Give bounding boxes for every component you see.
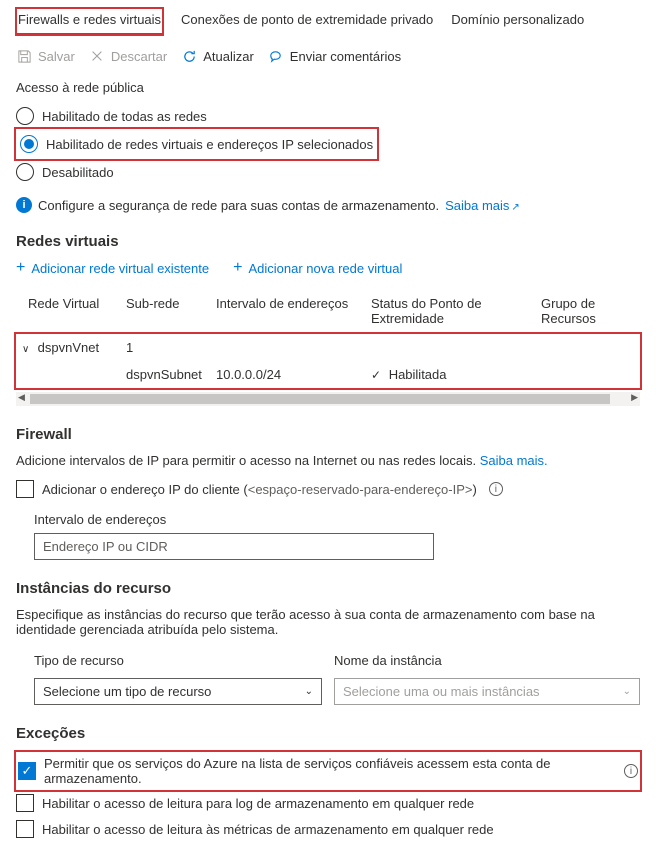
tab-custom-domain[interactable]: Domínio personalizado <box>451 8 584 35</box>
exceptions-header: Exceções <box>16 725 640 742</box>
radio-circle-icon <box>16 163 34 181</box>
public-access-label: Acesso à rede pública <box>16 80 640 95</box>
plus-icon: + <box>233 260 242 276</box>
chevron-down-icon: ∨ <box>22 344 32 355</box>
trusted-services-label: Permitir que os serviços do Azure na lis… <box>44 756 612 786</box>
radio-selected-label: Habilitado de redes virtuais e endereços… <box>46 137 373 152</box>
discard-button[interactable]: Descartar <box>89 48 167 64</box>
check-icon: ✓ <box>371 368 381 382</box>
add-client-ip-label: Adicionar o endereço IP do cliente (<esp… <box>42 482 477 497</box>
subnet-row[interactable]: dspvnSubnet 10.0.0.0/24 ✓ Habilitada <box>16 361 640 388</box>
resource-type-dropdown[interactable]: Selecione um tipo de recurso ⌄ <box>34 678 322 705</box>
radio-selected-networks[interactable]: Habilitado de redes virtuais e endereços… <box>20 131 373 157</box>
firewall-desc: Adicione intervalos de IP para permitir … <box>16 453 640 468</box>
public-access-radio-group: Habilitado de todas as redes Habilitado … <box>16 103 640 185</box>
radio-circle-icon <box>16 107 34 125</box>
radio-circle-selected-icon <box>20 135 38 153</box>
add-existing-vnet-link[interactable]: + Adicionar rede virtual existente <box>16 260 209 276</box>
col-range: Intervalo de endereços <box>216 296 371 326</box>
refresh-button[interactable]: Atualizar <box>181 48 254 64</box>
add-client-ip-checkbox-row[interactable]: Adicionar o endereço IP do cliente (<esp… <box>16 476 640 502</box>
checkbox-icon <box>16 794 34 812</box>
read-metrics-label: Habilitar o acesso de leitura às métrica… <box>42 822 494 837</box>
vnet-parent-row[interactable]: ∨ dspvnVnet 1 <box>16 334 640 361</box>
discard-label: Descartar <box>111 49 167 64</box>
checkbox-icon <box>16 820 34 838</box>
col-vnet: Rede Virtual <box>16 296 126 326</box>
vnets-header: Redes virtuais <box>16 233 640 250</box>
vnet-table-header: Rede Virtual Sub-rede Intervalo de ender… <box>16 290 640 332</box>
horizontal-scrollbar[interactable] <box>16 392 640 406</box>
radio-all-networks[interactable]: Habilitado de todas as redes <box>16 103 640 129</box>
add-existing-label: Adicionar rede virtual existente <box>31 261 209 276</box>
feedback-icon <box>268 48 284 64</box>
firewall-desc-text: Adicione intervalos de IP para permitir … <box>16 453 476 468</box>
subnet-status: Habilitada <box>389 367 447 382</box>
feedback-button[interactable]: Enviar comentários <box>268 48 401 64</box>
radio-disabled-label: Desabilitado <box>42 165 114 180</box>
info-icon: i <box>16 197 32 213</box>
save-icon <box>16 48 32 64</box>
client-ip-placeholder: <espaço-reservado-para-endereço-IP> <box>248 482 473 497</box>
external-link-icon: ↗ <box>511 202 519 213</box>
subnet-range: 10.0.0.0/24 <box>216 367 371 382</box>
client-ip-prefix: Adicionar o endereço IP do cliente ( <box>42 482 248 497</box>
info-outline-icon[interactable]: i <box>624 764 638 778</box>
plus-icon: + <box>16 260 25 276</box>
checkbox-checked-icon <box>18 762 36 780</box>
resource-dropdown-row: Tipo de recurso Nome da instância <box>16 645 640 674</box>
tabs-bar: Firewalls e redes virtuais Conexões de p… <box>16 8 640 36</box>
col-rg: Grupo de Recursos <box>541 296 640 326</box>
chevron-down-icon: ⌄ <box>305 686 313 697</box>
read-metrics-checkbox-row[interactable]: Habilitar o acesso de leitura às métrica… <box>16 816 640 842</box>
info-text: Configure a segurança de rede para suas … <box>38 198 439 213</box>
learn-more-text: Saiba mais <box>445 198 509 213</box>
address-range-label: Intervalo de endereços <box>34 512 640 527</box>
refresh-label: Atualizar <box>203 49 254 64</box>
col-status: Status do Ponto de Extremidade <box>371 296 541 326</box>
chevron-down-icon: ⌄ <box>623 686 631 697</box>
vnet-table: Rede Virtual Sub-rede Intervalo de ender… <box>16 290 640 406</box>
scrollbar-thumb[interactable] <box>30 394 610 404</box>
learn-more-link[interactable]: Saiba mais↗ <box>445 198 520 213</box>
radio-all-label: Habilitado de todas as redes <box>42 109 207 124</box>
resource-instances-desc: Especifique as instâncias do recurso que… <box>16 607 640 637</box>
info-outline-icon[interactable]: i <box>489 482 503 496</box>
resource-dropdown-inputs: Selecione um tipo de recurso ⌄ Selecione… <box>16 678 640 705</box>
feedback-label: Enviar comentários <box>290 49 401 64</box>
radio-disabled[interactable]: Desabilitado <box>16 159 640 185</box>
firewall-header: Firewall <box>16 426 640 443</box>
resource-type-label: Tipo de recurso <box>34 653 322 668</box>
firewall-learn-more-link[interactable]: Saiba mais. <box>480 453 548 468</box>
read-log-label: Habilitar o acesso de leitura para log d… <box>42 796 474 811</box>
discard-icon <box>89 48 105 64</box>
checkbox-icon <box>16 480 34 498</box>
client-ip-suffix: ) <box>472 482 476 497</box>
tab-firewalls[interactable]: Firewalls e redes virtuais <box>16 8 163 35</box>
subnet-name: dspvnSubnet <box>126 367 216 382</box>
resource-instances-header: Instâncias do recurso <box>16 580 640 597</box>
vnet-name: dspvnVnet <box>38 340 99 355</box>
add-new-vnet-link[interactable]: + Adicionar nova rede virtual <box>233 260 402 276</box>
toolbar: Salvar Descartar Atualizar Enviar coment… <box>16 48 640 64</box>
vnet-add-links: + Adicionar rede virtual existente + Adi… <box>16 260 640 276</box>
instance-name-label: Nome da instância <box>334 653 640 668</box>
tab-private-endpoint[interactable]: Conexões de ponto de extremidade privado <box>181 8 433 35</box>
instance-name-dropdown[interactable]: Selecione uma ou mais instâncias ⌄ <box>334 678 640 705</box>
col-subnet: Sub-rede <box>126 296 216 326</box>
info-line: i Configure a segurança de rede para sua… <box>16 197 640 213</box>
address-range-input[interactable] <box>34 533 434 560</box>
vnet-rows: ∨ dspvnVnet 1 dspvnSubnet 10.0.0.0/24 ✓ … <box>16 334 640 388</box>
add-new-label: Adicionar nova rede virtual <box>248 261 402 276</box>
save-label: Salvar <box>38 49 75 64</box>
read-log-checkbox-row[interactable]: Habilitar o acesso de leitura para log d… <box>16 790 640 816</box>
trusted-services-checkbox-row[interactable]: Permitir que os serviços do Azure na lis… <box>18 752 638 790</box>
instance-name-placeholder: Selecione uma ou mais instâncias <box>343 684 540 699</box>
resource-type-placeholder: Selecione um tipo de recurso <box>43 684 211 699</box>
refresh-icon <box>181 48 197 64</box>
save-button[interactable]: Salvar <box>16 48 75 64</box>
vnet-count: 1 <box>126 340 216 355</box>
